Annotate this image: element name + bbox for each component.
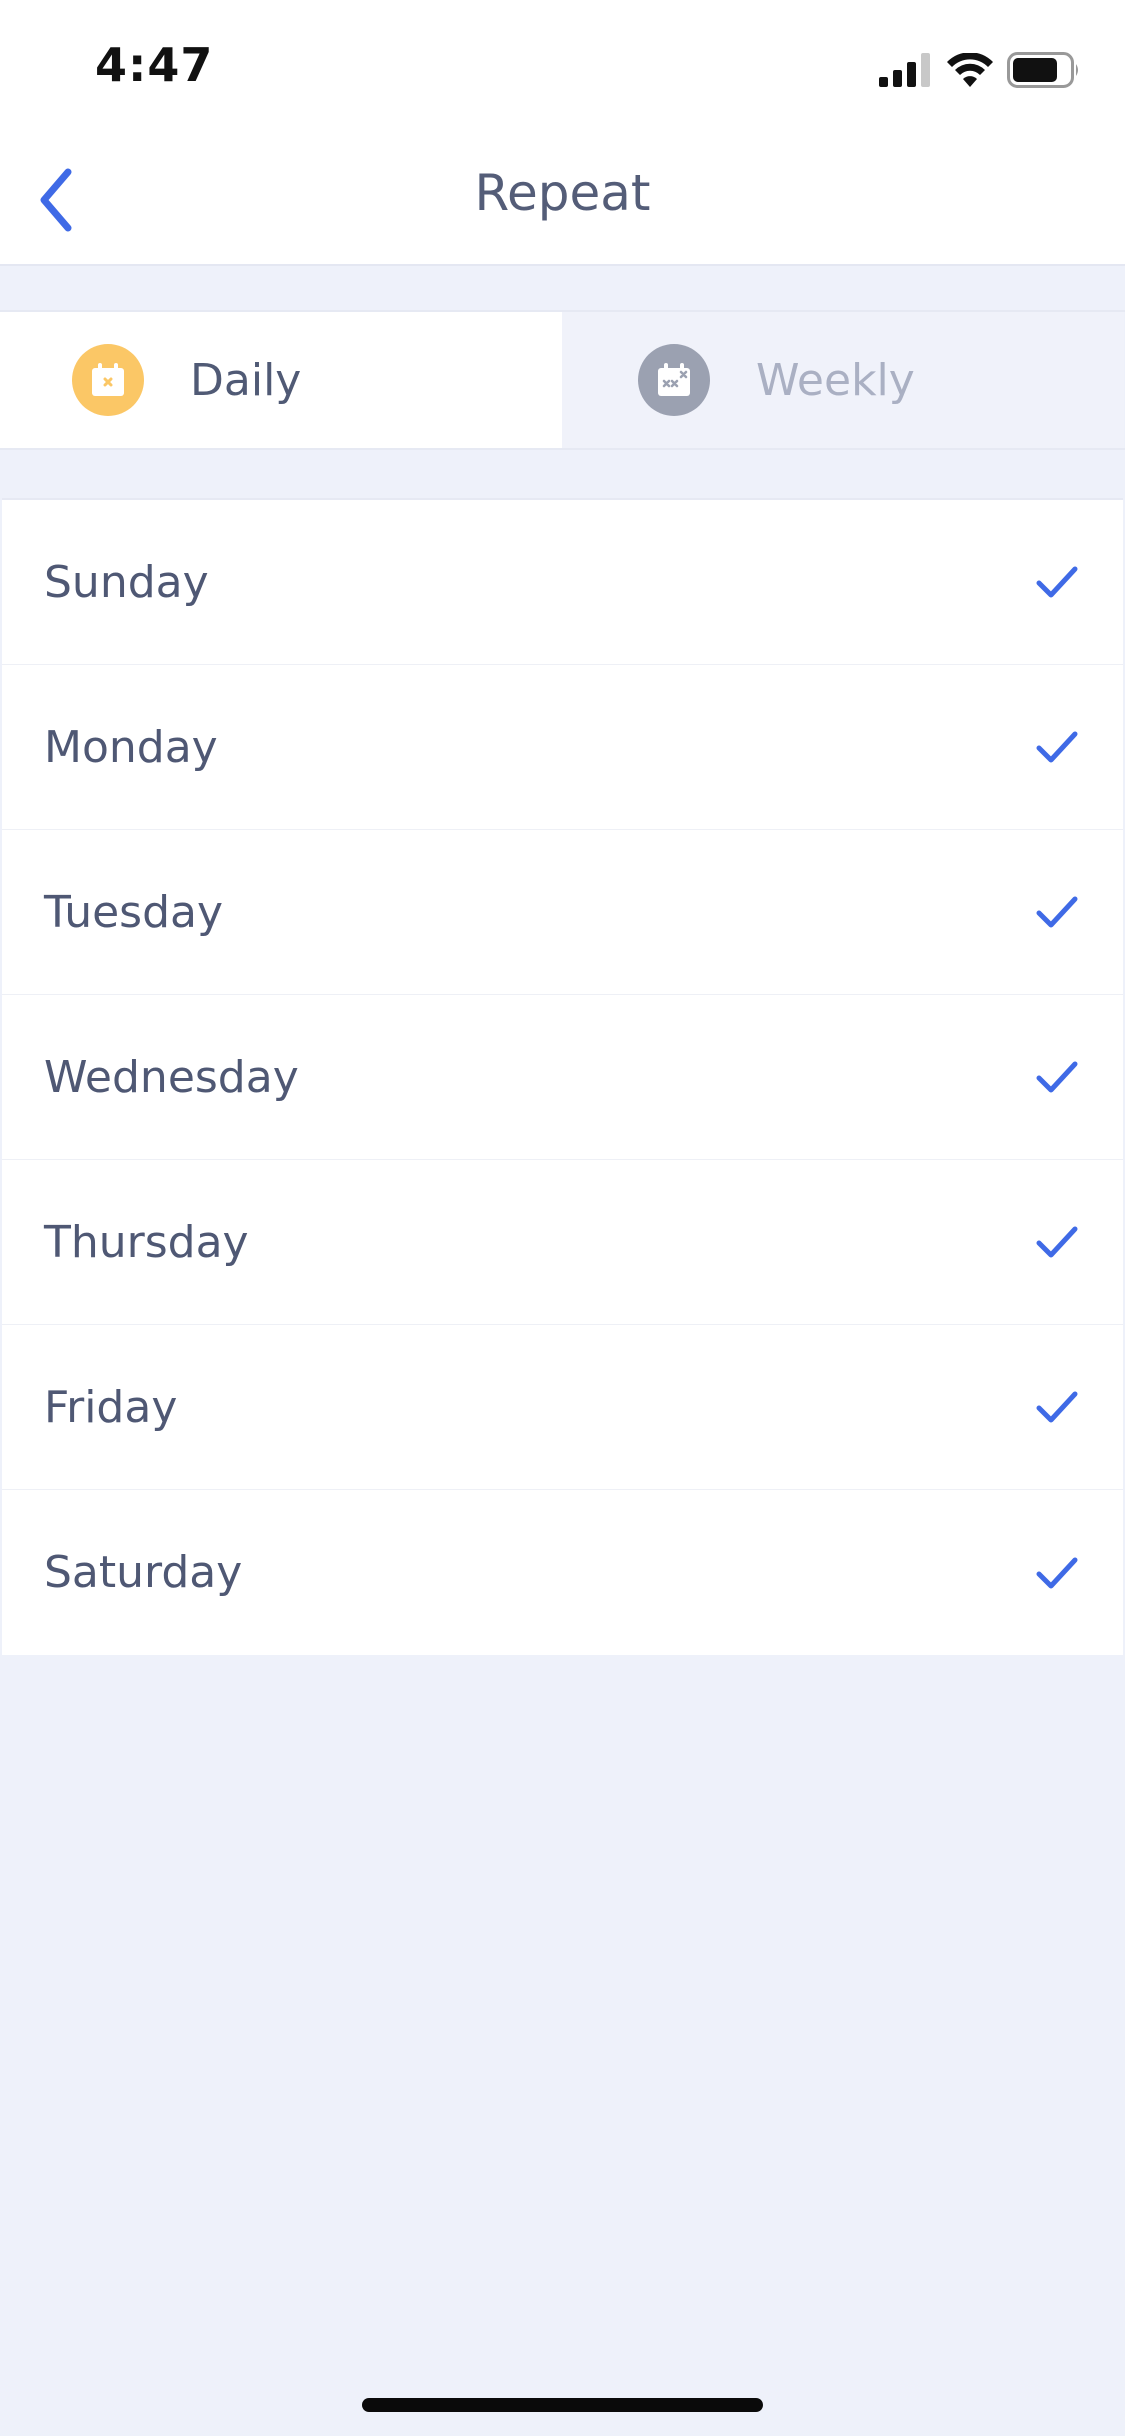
day-label: Sunday <box>44 556 209 608</box>
day-label: Saturday <box>44 1547 243 1598</box>
status-time: 4:47 <box>95 38 214 92</box>
day-list: Sunday Monday Tuesday Wednesday Thursday… <box>2 498 1123 1655</box>
checkmark-icon <box>1036 1061 1078 1093</box>
list-item-friday[interactable]: Friday <box>2 1325 1123 1490</box>
calendar-icon <box>72 344 144 416</box>
list-item-monday[interactable]: Monday <box>2 665 1123 830</box>
day-label: Tuesday <box>44 886 224 938</box>
checkmark-icon <box>1036 1226 1078 1258</box>
list-item-tuesday[interactable]: Tuesday <box>2 830 1123 995</box>
tab-daily-label: Daily <box>190 354 302 406</box>
checkmark-icon <box>1036 1391 1078 1423</box>
checkmark-icon <box>1036 896 1078 928</box>
list-item-thursday[interactable]: Thursday <box>2 1160 1123 1325</box>
list-item-saturday[interactable]: Saturday <box>2 1490 1123 1655</box>
calendar-icon <box>638 344 710 416</box>
nav-bar: Repeat <box>0 132 1125 266</box>
day-label: Friday <box>44 1381 178 1433</box>
day-label: Wednesday <box>44 1051 299 1103</box>
tab-weekly-label: Weekly <box>756 354 915 406</box>
list-item-wednesday[interactable]: Wednesday <box>2 995 1123 1160</box>
home-indicator[interactable] <box>362 2398 763 2412</box>
status-bar: 4:47 <box>0 0 1125 132</box>
cellular-signal-icon <box>879 53 930 87</box>
repeat-mode-segment: Daily Weekly <box>0 310 1125 450</box>
page-title: Repeat <box>474 164 651 222</box>
day-label: Thursday <box>44 1216 249 1268</box>
tab-weekly[interactable]: Weekly <box>562 312 1124 448</box>
checkmark-icon <box>1036 731 1078 763</box>
status-icons <box>879 50 1081 90</box>
list-item-sunday[interactable]: Sunday <box>2 500 1123 665</box>
checkmark-icon <box>1036 1557 1078 1588</box>
battery-icon <box>1007 52 1078 88</box>
tab-daily[interactable]: Daily <box>0 312 562 448</box>
day-label: Monday <box>44 721 218 773</box>
checkmark-icon <box>1036 566 1078 598</box>
wifi-icon <box>947 53 993 87</box>
